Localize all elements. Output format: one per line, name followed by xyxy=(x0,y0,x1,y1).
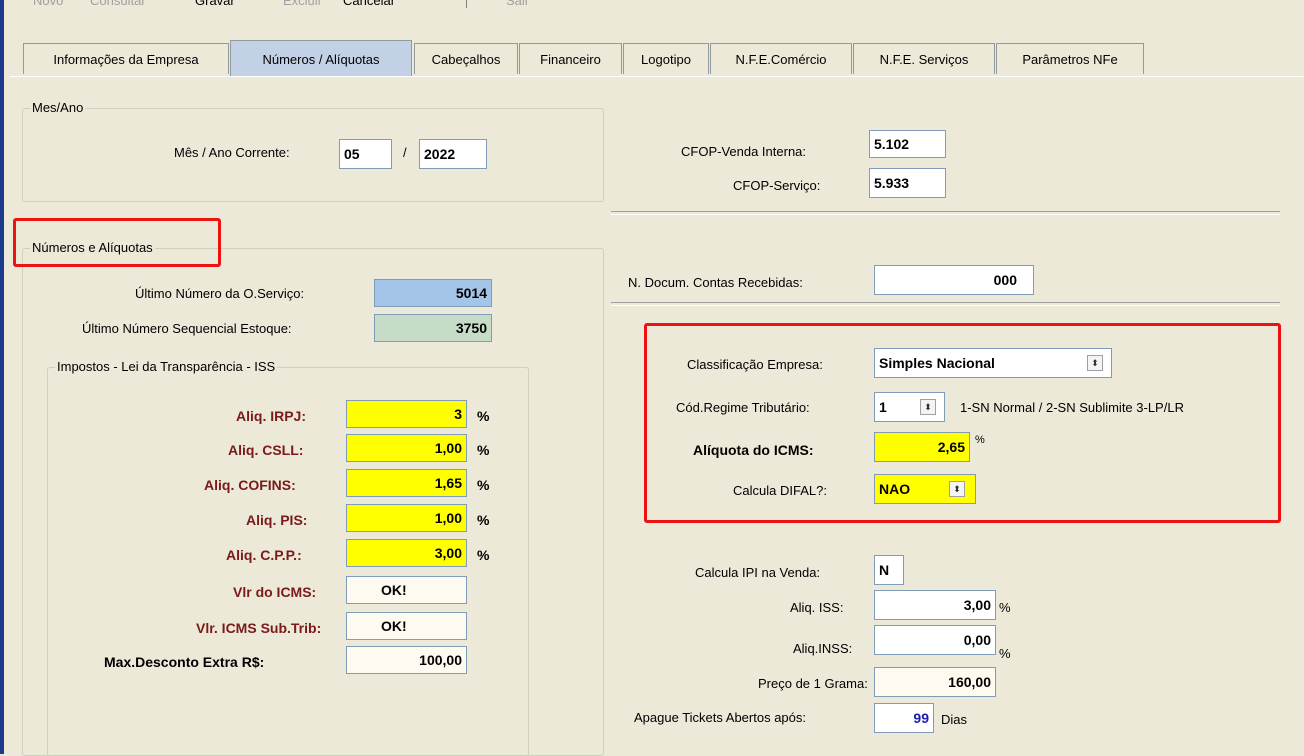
vlr-icms-st-label: Vlr. ICMS Sub.Trib: xyxy=(196,620,322,636)
regime-spinner-icon[interactable]: ⬍ xyxy=(920,399,936,415)
ipi-input[interactable]: N xyxy=(874,555,904,585)
ultimo-os-field[interactable]: 5014 xyxy=(374,279,492,307)
tab-logotipo[interactable]: Logotipo xyxy=(623,43,709,74)
pis-input[interactable]: 1,00 xyxy=(346,504,467,532)
tab-panel-border xyxy=(10,76,1304,77)
cpp-input[interactable]: 3,00 xyxy=(346,539,467,567)
regime-hint: 1-SN Normal / 2-SN Sublimite 3-LP/LR xyxy=(960,400,1184,415)
year-input[interactable]: 2022 xyxy=(419,139,487,169)
gravar-button[interactable]: Gravar xyxy=(195,0,235,8)
tickets-label: Apague Tickets Abertos após: xyxy=(634,710,806,725)
grama-input[interactable]: 160,00 xyxy=(874,667,996,697)
consultar-button[interactable]: Consultar xyxy=(90,0,146,8)
iss-label: Aliq. ISS: xyxy=(790,600,844,615)
impostos-group-title: Impostos - Lei da Transparência - ISS xyxy=(55,359,278,374)
separator-1 xyxy=(611,211,1280,215)
tab-cabecalhos[interactable]: Cabeçalhos xyxy=(414,43,518,74)
tab-informacoes-empresa[interactable]: Informações da Empresa xyxy=(23,43,229,74)
cfop-servico-input[interactable]: 5.933 xyxy=(869,168,946,198)
vlr-icms-field[interactable]: OK! xyxy=(346,576,467,604)
cofins-input[interactable]: 1,65 xyxy=(346,469,467,497)
month-input[interactable]: 05 xyxy=(339,139,392,169)
excluir-button[interactable]: Excluir xyxy=(283,0,322,8)
tickets-unit: Dias xyxy=(941,712,968,727)
pis-pct: % xyxy=(477,512,490,528)
irpj-input[interactable]: 3 xyxy=(346,400,467,428)
contas-input[interactable]: 000 xyxy=(874,265,1034,295)
max-desconto-label: Max.Desconto Extra R$: xyxy=(104,654,265,670)
tab-nfe-comercio[interactable]: N.F.E.Comércio xyxy=(710,43,852,74)
contas-label: N. Docum. Contas Recebidas: xyxy=(628,275,803,290)
icms-pct: % xyxy=(975,434,985,446)
regime-value: 1 xyxy=(879,399,887,415)
highlight-box-numeros xyxy=(13,218,221,267)
iss-input[interactable]: 3,00 xyxy=(874,590,996,620)
cfop-venda-label: CFOP-Venda Interna: xyxy=(681,144,807,159)
difal-label: Calcula DIFAL?: xyxy=(733,483,827,498)
cpp-label: Aliq. C.P.P.: xyxy=(226,547,302,563)
pis-label: Aliq. PIS: xyxy=(246,512,308,528)
csll-label: Aliq. CSLL: xyxy=(228,442,304,458)
cfop-panel xyxy=(606,108,1288,216)
icms-label: Alíquota do ICMS: xyxy=(693,442,814,458)
inss-pct: % xyxy=(999,646,1011,661)
novo-button[interactable]: Novo xyxy=(33,0,63,8)
vlr-icms-st-field[interactable]: OK! xyxy=(346,612,467,640)
grama-label: Preço de 1 Grama: xyxy=(758,676,868,691)
ultimo-estoque-field[interactable]: 3750 xyxy=(374,314,492,342)
ipi-label: Calcula IPI na Venda: xyxy=(695,565,821,580)
toolbar: Novo Consultar Gravar Excluir Cancelar S… xyxy=(0,0,1304,14)
mesano-group-title: Mes/Ano xyxy=(30,100,86,115)
mesano-group xyxy=(22,108,604,202)
difal-spinner-icon[interactable]: ⬍ xyxy=(949,481,965,497)
tab-nfe-servicos[interactable]: N.F.E. Serviços xyxy=(853,43,995,74)
classificacao-value: Simples Nacional xyxy=(879,355,995,371)
tab-financeiro[interactable]: Financeiro xyxy=(519,43,622,74)
csll-input[interactable]: 1,00 xyxy=(346,434,467,462)
irpj-pct: % xyxy=(477,408,490,424)
window-left-border xyxy=(0,0,4,754)
inss-input[interactable]: 0,00 xyxy=(874,625,996,655)
mesano-slash: / xyxy=(403,145,407,160)
tickets-input[interactable]: 99 xyxy=(874,703,934,733)
cfop-servico-label: CFOP-Serviço: xyxy=(733,178,821,193)
difal-value: NAO xyxy=(879,481,911,497)
toolbar-separator xyxy=(466,0,467,8)
cancelar-button[interactable]: Cancelar xyxy=(343,0,395,8)
csll-pct: % xyxy=(477,442,490,458)
vlr-icms-label: Vlr do ICMS: xyxy=(233,584,317,600)
tab-parametros-nfe[interactable]: Parâmetros NFe xyxy=(996,43,1144,74)
separator-2 xyxy=(611,302,1280,306)
max-desconto-field[interactable]: 100,00 xyxy=(346,646,467,674)
tab-numeros-aliquotas[interactable]: Números / Alíquotas xyxy=(230,40,412,77)
classificacao-select[interactable]: Simples Nacional xyxy=(874,348,1112,378)
icms-input[interactable]: 2,65 xyxy=(874,432,970,462)
cfop-venda-input[interactable]: 5.102 xyxy=(869,130,946,158)
cpp-pct: % xyxy=(477,547,490,563)
ultimo-os-label: Último Número da O.Serviço: xyxy=(135,286,305,301)
inss-label: Aliq.INSS: xyxy=(793,641,853,656)
irpj-label: Aliq. IRPJ: xyxy=(236,408,307,424)
cofins-pct: % xyxy=(477,477,490,493)
iss-pct: % xyxy=(999,600,1011,615)
cofins-label: Aliq. COFINS: xyxy=(204,477,296,493)
mesano-label: Mês / Ano Corrente: xyxy=(174,145,290,160)
regime-label: Cód.Regime Tributário: xyxy=(676,400,810,415)
sair-button[interactable]: Sair xyxy=(506,0,529,8)
classificacao-label: Classificação Empresa: xyxy=(687,357,823,372)
classificacao-spinner-icon[interactable]: ⬍ xyxy=(1087,355,1103,371)
ultimo-estoque-label: Último Número Sequencial Estoque: xyxy=(82,321,292,336)
